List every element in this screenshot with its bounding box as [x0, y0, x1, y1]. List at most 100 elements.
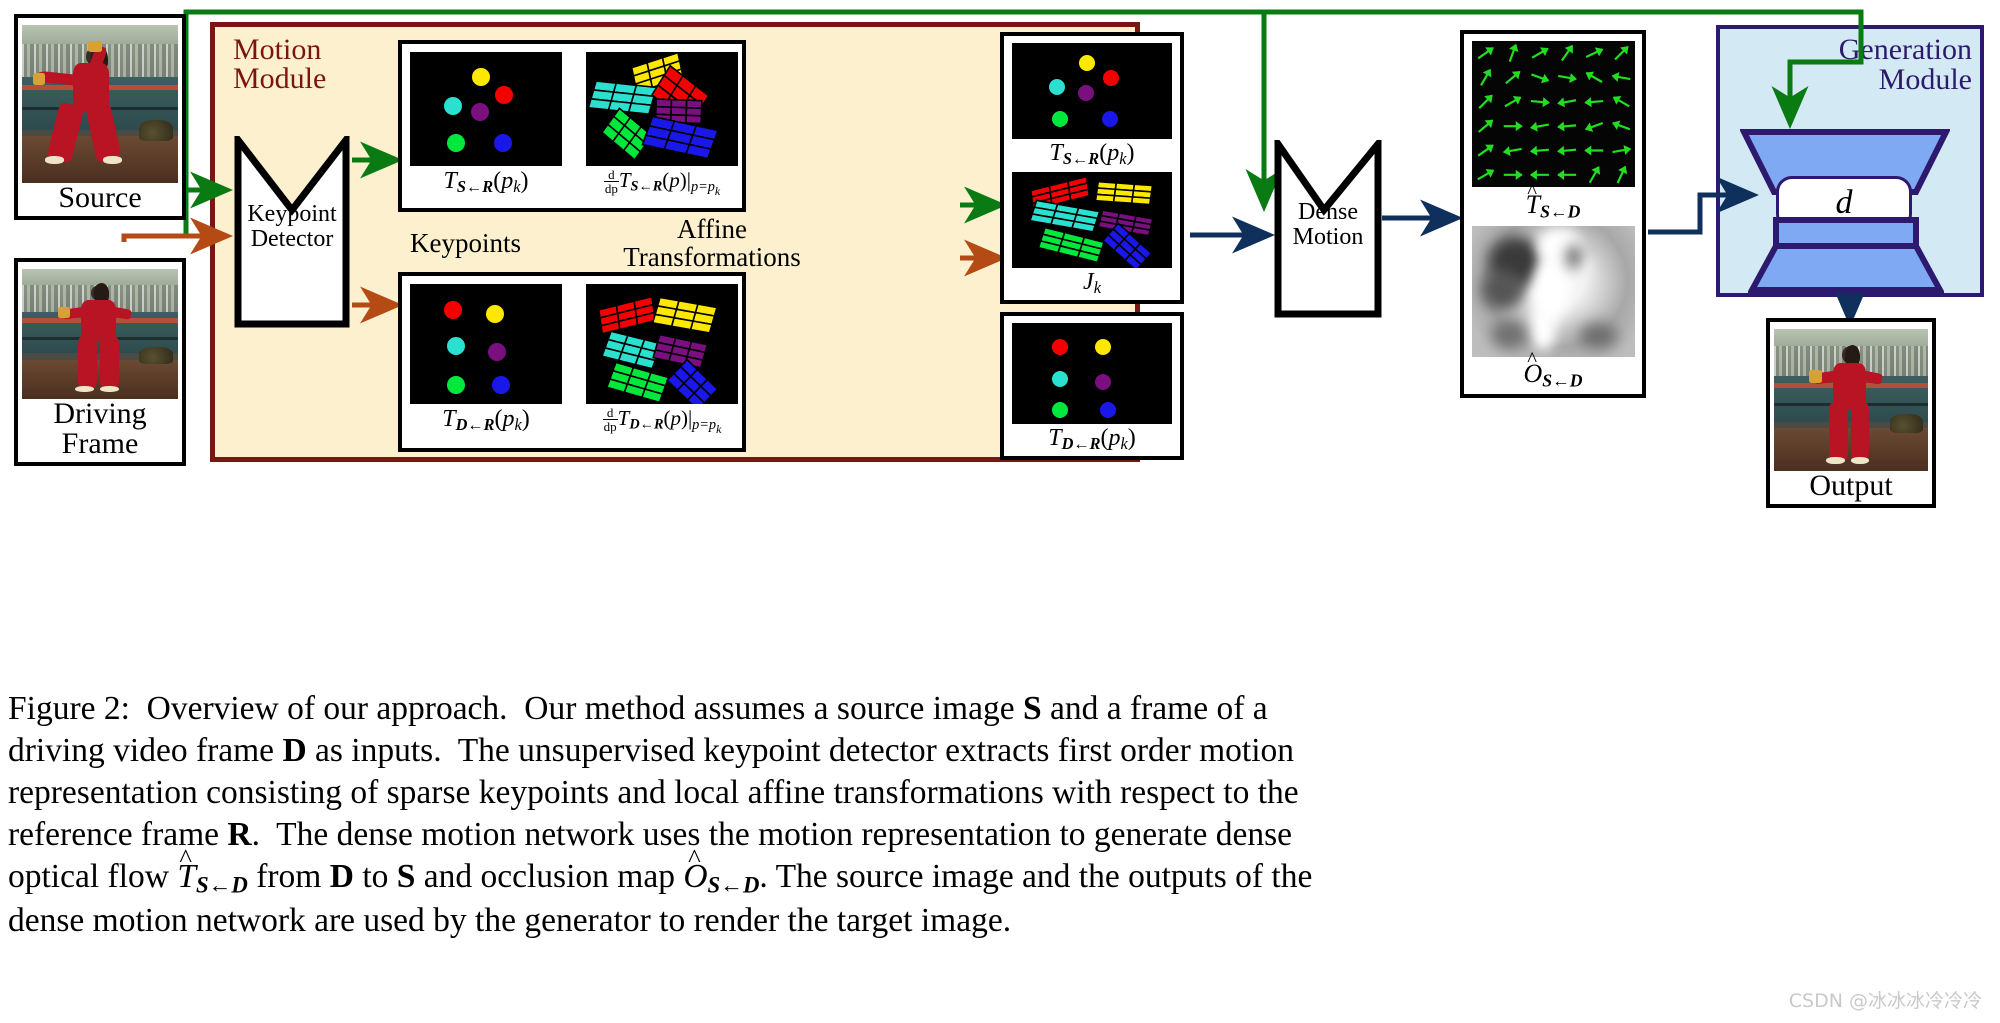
keypoint-dot-blue — [492, 375, 511, 394]
flow-arrow — [1583, 145, 1603, 156]
flow-arrow — [1529, 121, 1549, 132]
driving-keypoints-panel-mid: TD←R(pk) — [1000, 312, 1184, 460]
affine-grid-yellow — [1094, 180, 1154, 206]
affine-grid-blue — [641, 115, 720, 160]
flow-arrow — [1530, 97, 1550, 108]
flow-arrow — [1585, 47, 1603, 58]
keypoint-dot-purple — [487, 343, 506, 362]
keypoint-dot-green — [446, 375, 465, 394]
driving-keypoints-image — [410, 284, 562, 404]
flow-arrow — [1530, 73, 1549, 84]
keypoint-dot-red — [1103, 70, 1120, 87]
driving-photo — [22, 269, 178, 399]
motion-title-line1: Motion — [233, 33, 322, 66]
kp-det-line2: Detector — [250, 226, 334, 253]
flow-arrow — [1477, 144, 1494, 157]
flow-arrow — [1611, 120, 1630, 131]
optical-flow-caption: ^ TS←D — [1525, 179, 1581, 222]
dense-motion-line1: Dense — [1298, 199, 1358, 225]
keypoint-dot-cyan — [443, 96, 462, 115]
output-photo — [1774, 329, 1928, 471]
driving-motion-panel: TD←R(pk) d dp TD←R(p)|p=pk — [398, 272, 746, 452]
affine-grid-red — [597, 295, 657, 335]
flow-arrow — [1584, 122, 1603, 132]
figure-diagram: Motion Module Generation Module Source D… — [0, 0, 2000, 520]
keypoint-dot-yellow — [1079, 55, 1096, 72]
affine-grid-cyan — [1028, 199, 1101, 233]
affine-grid-yellow — [651, 296, 718, 334]
affine-grid-green — [605, 361, 670, 404]
flow-arrow — [1556, 97, 1576, 108]
mid-top-caption: TS←R(pk) — [1049, 139, 1135, 168]
flow-arrow — [1477, 119, 1493, 133]
flow-arrow — [1556, 169, 1576, 180]
flow-arrow — [1585, 71, 1603, 83]
flow-arrow — [1556, 145, 1576, 156]
keypoint-dot-yellow — [486, 305, 505, 323]
flow-arrow — [1503, 121, 1523, 132]
keypoint-dot-blue — [1100, 401, 1116, 418]
mid-top-keypoints-image — [1012, 43, 1172, 139]
keypoint-dot-cyan — [1048, 79, 1065, 96]
flow-arrow — [1502, 146, 1522, 156]
affine-grid-cyan — [600, 330, 663, 370]
flow-arrow — [1613, 46, 1629, 61]
keypoint-dot-yellow — [472, 68, 491, 87]
source-keypoints-caption: TS←R(pk) — [443, 168, 529, 197]
keypoint-dot-red — [1052, 339, 1068, 356]
flow-arrow — [1583, 97, 1603, 108]
flow-arrow — [1612, 96, 1630, 108]
flow-arrow — [1560, 44, 1573, 62]
flow-arrow — [1503, 96, 1521, 108]
affine-grid-green — [1037, 226, 1105, 264]
keypoint-dot-green — [446, 134, 465, 153]
affine-grid-green — [600, 107, 654, 161]
affine-grid-blue — [665, 358, 719, 404]
driving-affine-caption: d dp TD←R(p)|p=pk — [602, 405, 722, 436]
flow-arrow — [1531, 47, 1549, 59]
source-affine-image — [586, 52, 738, 166]
dense-motion-line2: Motion — [1292, 224, 1364, 251]
flow-arrow — [1503, 169, 1523, 180]
combined-motion-panel: TS←R(pk) Jk — [1000, 32, 1184, 304]
generator-decoder — [1746, 216, 1946, 294]
keypoint-dot-cyan — [446, 337, 465, 356]
watermark: CSDN @冰冰冰冷冷冷 — [1788, 990, 1982, 1012]
mid-bottom-caption: TD←R(pk) — [1048, 424, 1136, 453]
output-image-label: Output — [1809, 469, 1893, 502]
flow-arrow — [1529, 145, 1549, 156]
jacobian-caption: Jk — [1083, 268, 1101, 297]
source-photo — [22, 25, 178, 184]
dense-motion-label: Dense Motion — [1270, 199, 1386, 251]
affine-grid-cyan — [587, 80, 658, 115]
driving-frame-label: Driving Frame — [53, 396, 147, 460]
driving-label-line1: Driving — [53, 396, 147, 430]
flow-arrow — [1477, 94, 1493, 109]
keypoint-detector-label: Keypoint Detector — [230, 201, 354, 253]
keypoint-dot-green — [1052, 401, 1068, 418]
flow-arrow — [1611, 145, 1631, 155]
caption-line-4: optical flow ^ TS←D from D to S and occlu… — [8, 843, 1313, 898]
keypoint-dot-blue — [493, 134, 512, 153]
keypoint-dot-purple — [470, 103, 489, 122]
keypoint-dot-purple — [1095, 373, 1112, 390]
flow-arrow — [1504, 70, 1520, 85]
motion-title-line2: Module — [233, 62, 327, 96]
generation-title-line1: Generation — [1838, 33, 1972, 66]
flow-arrow — [1508, 43, 1518, 63]
caption-line-3: reference frame R. The dense motion netw… — [8, 816, 1293, 854]
affine-label-line2: Transformations — [623, 241, 801, 272]
occlusion-map-caption: ^ OS←D — [1523, 347, 1583, 390]
affine-grid-purple — [652, 333, 709, 369]
caption-line-0: Figure 2: Overview of our approach. Our … — [8, 690, 1268, 727]
figure-caption: Figure 2: Overview of our approach. Our … — [8, 688, 1988, 942]
caption-line-1: driving video frame D as inputs. The uns… — [8, 732, 1295, 770]
source-motion-panel: TS←R(pk) d dp TS←R(p)|p=pk — [398, 40, 746, 212]
source-image-card: Source — [14, 14, 186, 220]
affine-label-line1: Affine — [677, 214, 747, 244]
flow-arrow — [1529, 169, 1549, 180]
keypoint-dot-blue — [1101, 110, 1118, 127]
output-image-card: Output — [1766, 318, 1936, 508]
flow-arrow — [1611, 72, 1630, 82]
motion-module-title: Motion Module — [233, 35, 326, 94]
